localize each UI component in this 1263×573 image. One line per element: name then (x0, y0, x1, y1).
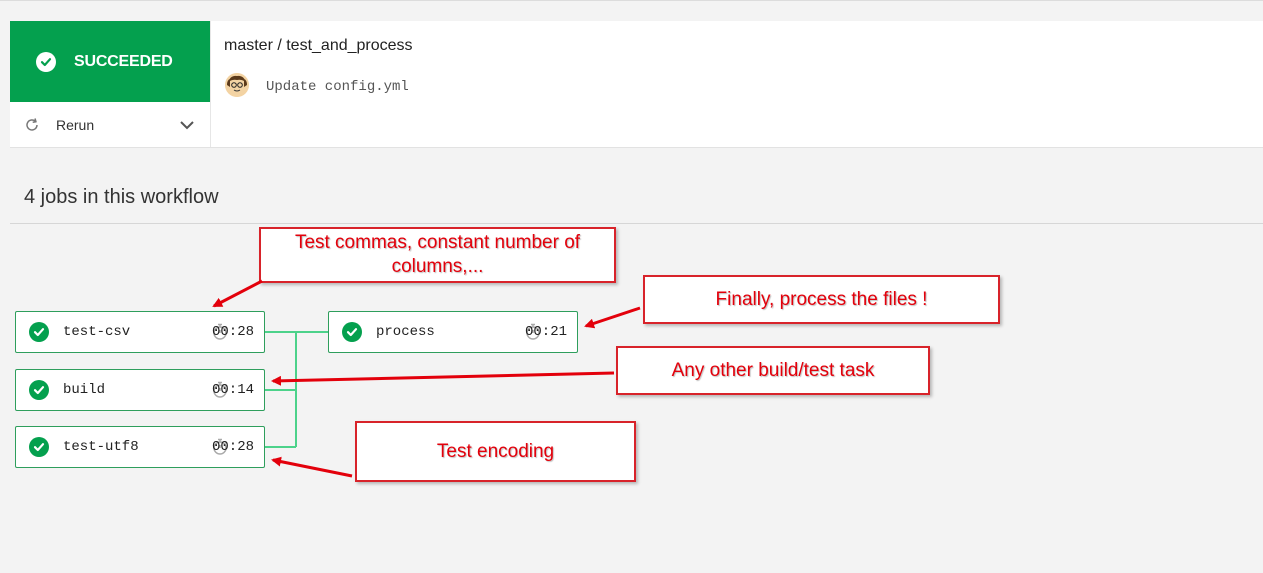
annotation-arrows (212, 279, 641, 478)
arrow-to-build (271, 371, 615, 386)
arrow-to-test-utf8 (271, 456, 353, 478)
arrow-to-test-csv (212, 279, 263, 308)
arrow-to-process (584, 306, 641, 329)
